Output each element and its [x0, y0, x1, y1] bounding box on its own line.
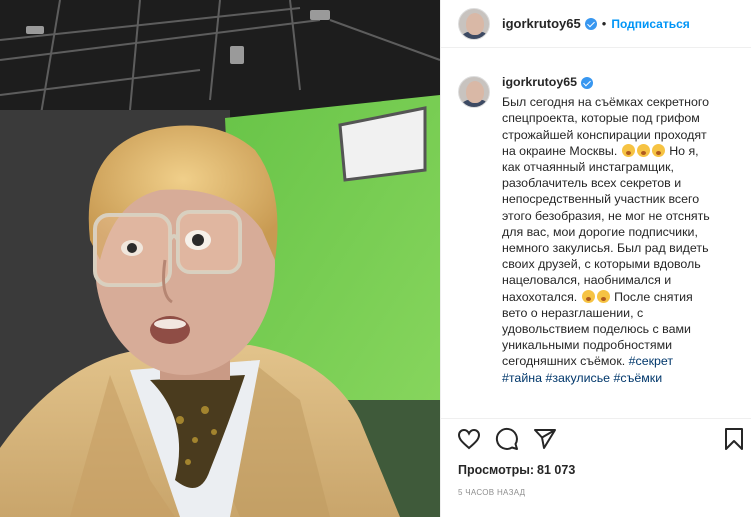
actions-bar: Просмотры: 81 073 5 ЧАСОВ НАЗАД — [441, 418, 751, 517]
caption-line: для вас, мои дорогие подписчики, — [502, 224, 698, 239]
caption-line: на окраине Москвы. — [502, 143, 618, 158]
post-video[interactable] — [0, 0, 440, 517]
emoji-icon — [636, 143, 650, 157]
caption-line: удовольствием поделюсь с вами — [502, 322, 691, 337]
hashtag-link[interactable]: #тайна — [502, 371, 542, 385]
hashtag-link[interactable]: #съёмки — [614, 371, 663, 385]
caption-line: своих друзей, с которыми вдоволь — [502, 257, 701, 272]
action-icons — [457, 427, 747, 453]
caption-line: Но я, — [669, 143, 699, 158]
caption-avatar[interactable] — [458, 76, 490, 108]
verified-icon — [584, 17, 597, 30]
caption-line: спецпроекта, которые под грифом — [502, 111, 700, 126]
hashtag-link[interactable]: #секрет — [629, 354, 673, 368]
emoji-icon — [621, 143, 635, 157]
caption-line: уникальными подробностями — [502, 338, 673, 353]
caption-line: Был сегодня на съёмках секретного — [502, 95, 710, 110]
header-username[interactable]: igorkrutoy65 — [502, 16, 581, 31]
follow-button[interactable]: Подписаться — [611, 17, 689, 31]
caption-line: немного закулисья. Был рад видеть — [502, 241, 709, 256]
caption-line: непосредственный участник всего — [502, 192, 700, 207]
caption-line: разоблачитель всех секретов и — [502, 176, 682, 191]
post-panel: igorkrutoy65 • Подписаться igorkrutoy65 … — [440, 0, 751, 517]
emoji-icon — [581, 289, 595, 303]
separator-dot: • — [601, 16, 607, 31]
comments-area: igorkrutoy65 Был сегодня на съёмках секр… — [441, 60, 751, 416]
hashtag-link[interactable]: #закулисье — [545, 371, 610, 385]
caption-line: После снятия — [614, 289, 693, 304]
caption-line: нахохотался. — [502, 289, 578, 304]
caption-line: этого безобразия, не мог не отснять — [502, 208, 710, 223]
share-icon[interactable] — [533, 427, 557, 451]
post-timestamp[interactable]: 5 ЧАСОВ НАЗАД — [458, 488, 525, 497]
heart-icon[interactable] — [457, 427, 481, 451]
post-header: igorkrutoy65 • Подписаться — [441, 0, 751, 48]
caption-line: нацеловался, наобнимался и — [502, 273, 672, 288]
caption-line: сегодняшних съёмок. — [502, 354, 626, 369]
comment-icon[interactable] — [495, 427, 519, 451]
caption: igorkrutoy65 Был сегодня на съёмках секр… — [502, 74, 732, 416]
video-frame — [0, 0, 440, 517]
avatar[interactable] — [458, 7, 490, 40]
emoji-icon — [651, 143, 665, 157]
caption-line: строжайшей конспирации проходят — [502, 127, 707, 142]
bookmark-icon[interactable] — [722, 427, 746, 451]
verified-icon — [581, 76, 594, 89]
caption-line: вето о неразглашении, с — [502, 305, 644, 320]
emoji-icon — [596, 289, 610, 303]
views-count: Просмотры: 81 073 — [458, 463, 575, 477]
views-value: 81 073 — [537, 463, 576, 477]
caption-line: как отчаянный инстаграмщик, — [502, 160, 674, 175]
caption-username[interactable]: igorkrutoy65 — [502, 74, 732, 90]
views-label: Просмотры: — [458, 463, 535, 477]
